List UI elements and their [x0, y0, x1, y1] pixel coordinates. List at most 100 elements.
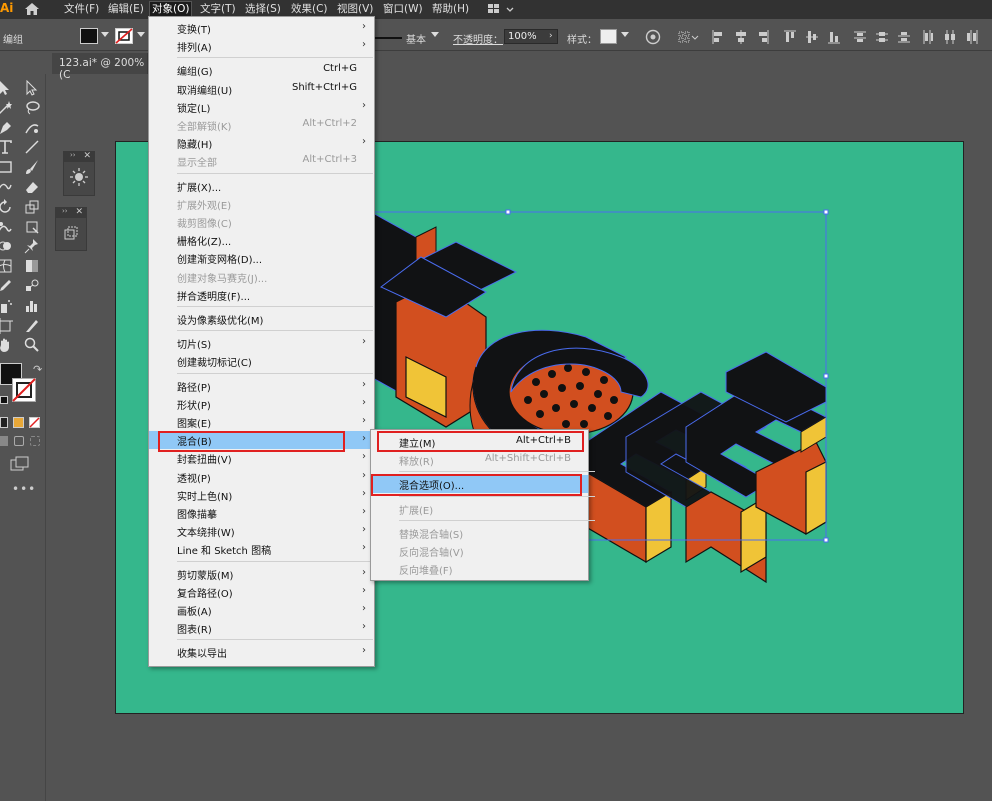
rectangle-tool-icon[interactable]: [0, 159, 13, 175]
lasso-icon[interactable]: [24, 100, 40, 116]
recolor-artwork-icon[interactable]: [645, 29, 661, 45]
distribute-right-icon[interactable]: [966, 30, 978, 44]
menu-item-w[interactable]: 文本绕排(W) ›: [149, 522, 374, 540]
menu-item-l[interactable]: 锁定(L) ›: [149, 98, 374, 116]
gradient-mode-icon[interactable]: [13, 417, 24, 428]
none-mode-icon[interactable]: [29, 417, 40, 428]
magic-wand-icon[interactable]: [0, 100, 13, 116]
eraser-icon[interactable]: [24, 179, 40, 195]
menu-file[interactable]: 文件(F): [62, 2, 101, 18]
blend-tool-icon[interactable]: [24, 278, 40, 294]
mesh-icon[interactable]: [0, 258, 13, 274]
draw-normal-icon[interactable]: [0, 436, 8, 446]
gradient-icon[interactable]: [24, 258, 40, 274]
rotate-icon[interactable]: [0, 198, 13, 215]
shaper-icon[interactable]: [0, 179, 13, 195]
swap-fill-stroke-icon[interactable]: ↷: [33, 363, 42, 376]
align-horizontal-center-icon[interactable]: [735, 30, 747, 44]
menu-item-v[interactable]: 封套扭曲(V) ›: [149, 449, 374, 467]
eyedropper-icon[interactable]: [0, 278, 13, 294]
menu-item-m[interactable]: 剪切蒙版(M) ›: [149, 565, 374, 583]
screen-mode-icon[interactable]: [10, 456, 30, 472]
draw-behind-icon[interactable]: [14, 436, 24, 446]
menu-item-f[interactable]: 拼合透明度(F)...: [149, 286, 374, 304]
menu-item-p[interactable]: 形状(P) ›: [149, 395, 374, 413]
default-colors-icon[interactable]: [0, 396, 8, 404]
floating-panel-appearance[interactable]: ›› ✕: [63, 151, 95, 196]
draw-inside-icon[interactable]: [30, 436, 40, 446]
menu-item-z[interactable]: 栅格化(Z)...: [149, 231, 374, 249]
shape-builder-icon[interactable]: [0, 238, 13, 254]
style-swatch[interactable]: [600, 29, 617, 44]
transform-icon[interactable]: [62, 224, 80, 242]
menu-item-u[interactable]: 取消编组(U) Shift+Ctrl+G: [149, 80, 374, 98]
column-graph-icon[interactable]: [24, 298, 40, 314]
stroke-dropdown-icon[interactable]: [137, 32, 145, 37]
menu-item-n[interactable]: 实时上色(N) ›: [149, 486, 374, 504]
align-vertical-center-icon[interactable]: [806, 30, 818, 44]
slice-icon[interactable]: [24, 318, 40, 334]
pen-tool-icon[interactable]: [0, 120, 13, 136]
stroke-swatch[interactable]: [115, 28, 133, 44]
menu-item-item-30[interactable]: 图像描摹 ›: [149, 504, 374, 522]
warp-icon[interactable]: [0, 219, 13, 235]
menu-item-item-39[interactable]: 收集以导出 ›: [149, 643, 374, 661]
menu-item-a[interactable]: 排列(A) ›: [149, 37, 374, 55]
fill-dropdown-icon[interactable]: [101, 32, 109, 37]
align-top-icon[interactable]: [784, 30, 796, 44]
close-icon[interactable]: ✕: [83, 151, 91, 161]
menu-item-d[interactable]: 创建渐变网格(D)...: [149, 249, 374, 267]
paintbrush-icon[interactable]: [24, 159, 40, 175]
symbol-sprayer-icon[interactable]: [0, 298, 13, 314]
free-transform-icon[interactable]: [24, 219, 40, 235]
distribute-center-icon[interactable]: [876, 30, 888, 44]
pin-icon[interactable]: [24, 238, 40, 254]
menu-item-p[interactable]: 路径(P) ›: [149, 377, 374, 395]
menu-item-t[interactable]: 变换(T) ›: [149, 19, 374, 37]
menu-item-m[interactable]: 设为像素级优化(M): [149, 310, 374, 328]
menu-item-o[interactable]: 复合路径(O) ›: [149, 583, 374, 601]
color-mode-icon[interactable]: [0, 417, 8, 428]
menu-item-linesketch[interactable]: Line 和 Sketch 图稿 ›: [149, 540, 374, 558]
document-tab[interactable]: 123.ai* @ 200% (C: [52, 53, 148, 81]
menu-item-x[interactable]: 扩展(X)...: [149, 177, 374, 195]
sun-icon[interactable]: [70, 168, 88, 186]
line-tool-icon[interactable]: [24, 139, 40, 155]
align-bottom-icon[interactable]: [828, 30, 840, 44]
menu-item-h[interactable]: 隐藏(H) ›: [149, 134, 374, 152]
fill-swatch[interactable]: [80, 28, 98, 44]
menu-item-p[interactable]: 透视(P) ›: [149, 468, 374, 486]
menu-item-c[interactable]: 创建裁切标记(C): [149, 352, 374, 370]
menu-window[interactable]: 窗口(W): [381, 2, 425, 18]
distribute-left-icon[interactable]: [922, 30, 934, 44]
distribute-hcenter-icon[interactable]: [944, 30, 956, 44]
align-right-icon[interactable]: [757, 30, 769, 44]
hand-icon[interactable]: [0, 337, 13, 353]
opacity-arrow-icon[interactable]: ›: [549, 31, 553, 41]
workspace-switcher-icon[interactable]: [487, 3, 517, 16]
menu-item-a[interactable]: 画板(A) ›: [149, 601, 374, 619]
curvature-icon[interactable]: [24, 120, 40, 136]
menu-item-r[interactable]: 图表(R) ›: [149, 619, 374, 637]
direct-selection-tool-icon[interactable]: [24, 79, 40, 96]
align-dropdown-icon[interactable]: [678, 30, 700, 44]
floating-panel-transform[interactable]: ›› ✕: [55, 207, 87, 251]
menu-edit[interactable]: 编辑(E): [106, 2, 146, 18]
menu-item-s[interactable]: 切片(S) ›: [149, 334, 374, 352]
stroke-color-swatch[interactable]: [12, 378, 36, 402]
align-left-icon[interactable]: [712, 30, 724, 44]
menu-item-e[interactable]: 图案(E) ›: [149, 413, 374, 431]
menu-item-g[interactable]: 编组(G) Ctrl+G: [149, 61, 374, 79]
type-tool-icon[interactable]: [0, 139, 13, 155]
selection-tool-icon[interactable]: [0, 80, 13, 96]
opacity-label[interactable]: 不透明度：: [453, 31, 503, 46]
distribute-bottom-icon[interactable]: [898, 30, 910, 44]
scale-icon[interactable]: [24, 199, 40, 215]
style-dropdown-icon[interactable]: [621, 32, 629, 37]
menu-help[interactable]: 帮助(H): [430, 2, 471, 18]
more-tools-icon[interactable]: •••: [12, 482, 36, 496]
distribute-top-icon[interactable]: [854, 30, 866, 44]
close-icon[interactable]: ✕: [75, 207, 83, 217]
artboard-tool-icon[interactable]: [0, 317, 13, 334]
zoom-icon[interactable]: [24, 337, 40, 353]
